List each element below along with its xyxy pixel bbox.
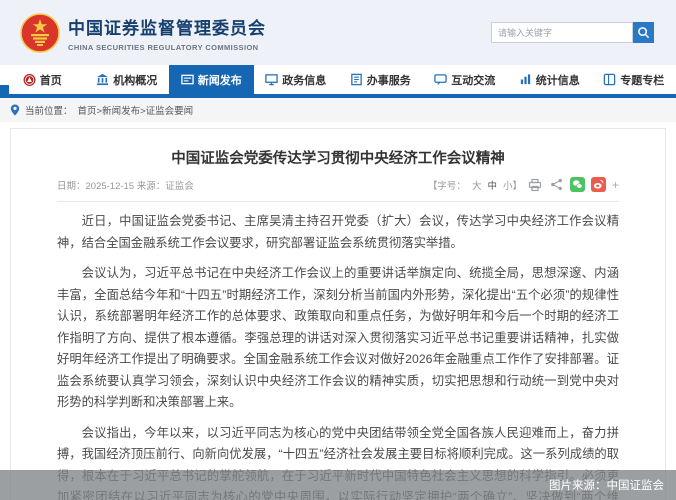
breadcrumb: 当前位置： 首页>新闻发布>证监会要闻 — [0, 98, 676, 122]
article-container: 中国证监会党委传达学习贯彻中央经济工作会议精神 日期：2025-12-15 来源… — [10, 128, 666, 500]
print-button[interactable] — [528, 177, 543, 192]
national-emblem-logo — [20, 13, 60, 53]
nav-label: 机构概况 — [113, 72, 157, 88]
search-input[interactable] — [491, 22, 633, 43]
nav-item-gov-info[interactable]: 政务信息 — [254, 65, 339, 94]
monitor-icon — [265, 73, 278, 86]
weibo-icon — [593, 179, 604, 190]
article-meta-row: 日期：2025-12-15 来源：证监会 【字号： 大 中 小】 + — [57, 177, 619, 192]
article-tools: 【字号： 大 中 小】 + — [428, 177, 619, 192]
nav-label: 统计信息 — [536, 72, 580, 88]
font-size-small-button[interactable]: 小】 — [503, 178, 522, 192]
nav-item-home[interactable]: 首页 — [0, 65, 85, 94]
location-pin-icon — [10, 104, 20, 116]
nav-item-services[interactable]: 办事服务 — [338, 65, 423, 94]
wechat-icon — [572, 179, 583, 190]
nav-item-special-topics[interactable]: 专题专栏 — [592, 65, 676, 94]
nav-underline — [0, 94, 676, 98]
csrc-emblem-icon — [23, 73, 36, 86]
nav-label: 政务信息 — [282, 72, 326, 88]
nav-label: 首页 — [40, 72, 62, 88]
nav-item-interaction[interactable]: 互动交流 — [423, 65, 508, 94]
breadcrumb-label: 当前位置： — [25, 103, 73, 117]
font-size-prefix: 【字号： — [428, 178, 466, 192]
meta-divider — [57, 201, 619, 202]
csrc-article-page: 中国证券监督管理委员会 CHINA SECURITIES REGULATORY … — [0, 0, 676, 500]
nav-item-statistics[interactable]: 统计信息 — [507, 65, 592, 94]
share-icon — [550, 178, 563, 191]
search-box — [491, 22, 654, 43]
site-header: 中国证券监督管理委员会 CHINA SECURITIES REGULATORY … — [0, 0, 676, 65]
document-icon — [350, 73, 363, 86]
article-date-source: 日期：2025-12-15 来源：证监会 — [57, 178, 194, 192]
main-nav: 首页 机构概况 新闻发布 政务信息 办事服务 — [0, 65, 676, 94]
bank-icon — [96, 73, 109, 86]
share-button[interactable] — [549, 177, 564, 192]
bar-chart-icon — [519, 73, 532, 86]
image-source-text: 图片来源：中国证监会 — [549, 477, 664, 493]
article-paragraph: 近日，中国证监会党委书记、主席吴清主持召开党委（扩大）会议，传达学习中央经济工作… — [57, 211, 619, 254]
nav-underline-notch — [0, 85, 9, 98]
breadcrumb-path[interactable]: 首页>新闻发布>证监会要闻 — [78, 103, 194, 117]
search-button[interactable] — [633, 22, 654, 43]
org-name-en: CHINA SECURITIES REGULATORY COMMISSION — [68, 43, 266, 52]
image-source-bar: 图片来源：中国证监会 — [0, 470, 676, 500]
nav-label: 互动交流 — [451, 72, 495, 88]
nav-item-about[interactable]: 机构概况 — [85, 65, 170, 94]
printer-icon — [528, 178, 542, 192]
article-title: 中国证监会党委传达学习贯彻中央经济工作会议精神 — [57, 147, 619, 168]
org-name-cn: 中国证券监督管理委员会 — [68, 14, 266, 39]
news-icon — [181, 73, 194, 86]
nav-label: 专题专栏 — [620, 72, 664, 88]
more-share-button[interactable]: + — [612, 178, 619, 192]
nav-label: 新闻发布 — [198, 72, 242, 88]
article-body: 近日，中国证监会党委书记、主席吴清主持召开党委（扩大）会议，传达学习中央经济工作… — [57, 211, 619, 500]
chat-icon — [434, 73, 447, 86]
org-title-block: 中国证券监督管理委员会 CHINA SECURITIES REGULATORY … — [68, 14, 266, 52]
weibo-share-button[interactable] — [591, 177, 606, 192]
font-size-medium-button[interactable]: 中 — [487, 178, 497, 192]
article-paragraph: 会议认为，习近平总书记在中央经济工作会议上的重要讲话举旗定向、统揽全局，思想深邃… — [57, 263, 619, 414]
wechat-share-button[interactable] — [570, 177, 585, 192]
font-size-large-button[interactable]: 大 — [472, 178, 482, 192]
nav-label: 办事服务 — [367, 72, 411, 88]
search-icon — [637, 26, 650, 39]
nav-item-news[interactable]: 新闻发布 — [169, 65, 254, 94]
folder-icon — [603, 73, 616, 86]
